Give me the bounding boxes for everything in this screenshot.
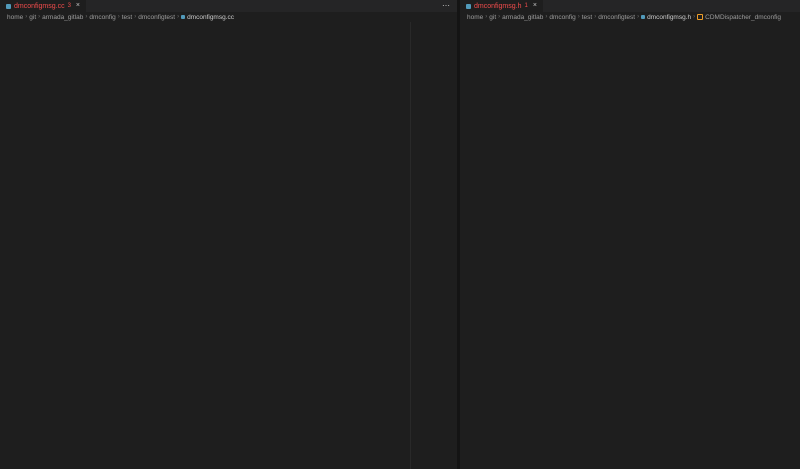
tab-dmconfigmsg-h[interactable]: dmconfigmsg.h 1 × — [460, 0, 543, 12]
tab-error-badge: 1 — [524, 3, 527, 9]
cpp-file-icon — [641, 15, 645, 19]
breadcrumb-separator: › — [25, 14, 27, 20]
close-icon[interactable]: × — [533, 0, 537, 12]
minimap[interactable] — [410, 22, 457, 469]
breadcrumb-separator: › — [485, 14, 487, 20]
breadcrumb-separator: › — [134, 14, 136, 20]
breadcrumbs-left: home›git›armada_gitlab›dmconfig›test›dmc… — [0, 12, 457, 22]
breadcrumb-item[interactable]: dmconfig — [549, 14, 575, 21]
breadcrumb-item[interactable]: test — [122, 14, 132, 21]
editor-group-right: dmconfigmsg.h 1 × home›git›armada_gitlab… — [460, 0, 800, 469]
tab-bar-left: dmconfigmsg.cc 3 × ⋯ — [0, 0, 457, 12]
breadcrumb-item[interactable]: dmconfigtest — [598, 14, 635, 21]
code-editor-left[interactable] — [0, 22, 457, 469]
breadcrumb-item[interactable]: git — [489, 14, 496, 21]
breadcrumb-item[interactable]: home — [7, 14, 23, 21]
cpp-file-icon — [466, 4, 471, 9]
breadcrumb-separator: › — [594, 14, 596, 20]
breadcrumb-separator: › — [85, 14, 87, 20]
breadcrumb-item[interactable]: test — [582, 14, 592, 21]
close-icon[interactable]: × — [76, 0, 80, 12]
code-editor-right[interactable] — [460, 22, 800, 469]
tab-dmconfigmsg-cc[interactable]: dmconfigmsg.cc 3 × — [0, 0, 86, 12]
breadcrumb-separator: › — [637, 14, 639, 20]
cpp-file-icon — [6, 4, 11, 9]
editor-group-left: dmconfigmsg.cc 3 × ⋯ home›git›armada_git… — [0, 0, 457, 469]
breadcrumb-item[interactable]: git — [29, 14, 36, 21]
breadcrumb-file[interactable]: dmconfigmsg.cc — [187, 14, 234, 21]
tab-error-badge: 3 — [68, 3, 71, 9]
breadcrumb-item[interactable]: dmconfig — [89, 14, 115, 21]
tab-bar-right: dmconfigmsg.h 1 × — [460, 0, 800, 12]
cpp-file-icon — [181, 15, 185, 19]
tab-label: dmconfigmsg.h — [474, 3, 521, 10]
breadcrumb-item[interactable]: armada_gitlab — [42, 14, 83, 21]
breadcrumb-item[interactable]: home — [467, 14, 483, 21]
breadcrumb-separator: › — [578, 14, 580, 20]
breadcrumb-item[interactable]: armada_gitlab — [502, 14, 543, 21]
breadcrumb-file[interactable]: dmconfigmsg.h — [647, 14, 691, 21]
vscode-window: dmconfigmsg.cc 3 × ⋯ home›git›armada_git… — [0, 0, 800, 469]
breadcrumb-separator: › — [177, 14, 179, 20]
breadcrumbs-right: home›git›armada_gitlab›dmconfig›test›dmc… — [460, 12, 800, 22]
breadcrumb-separator: › — [545, 14, 547, 20]
breadcrumb-item[interactable]: dmconfigtest — [138, 14, 175, 21]
class-symbol-icon — [697, 14, 703, 20]
breadcrumb-separator: › — [38, 14, 40, 20]
breadcrumb-separator: › — [693, 14, 695, 20]
breadcrumb-separator: › — [498, 14, 500, 20]
editor-actions-icon[interactable]: ⋯ — [435, 0, 457, 12]
breadcrumb-symbol[interactable]: CDMDispatcher_dmconfig — [705, 14, 781, 21]
breadcrumb-separator: › — [118, 14, 120, 20]
tab-label: dmconfigmsg.cc — [14, 3, 65, 10]
